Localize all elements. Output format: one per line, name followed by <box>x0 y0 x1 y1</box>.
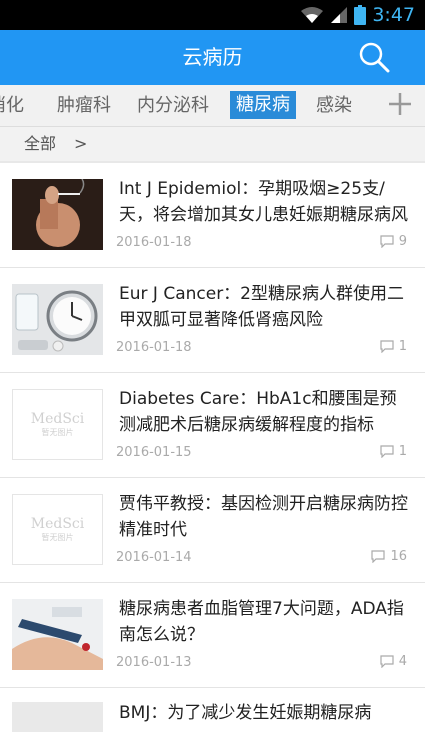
article-title: Eur J Cancer：2型糖尿病人群使用二甲双胍可显著降低肾癌风险 <box>119 284 404 330</box>
comment-count-value: 16 <box>390 549 407 564</box>
placeholder-logo: MedSci <box>30 411 85 427</box>
comment-icon <box>371 550 386 563</box>
list-item[interactable]: 糖尿病患者血脂管理7大问题，ADA指南怎么说？ 2016-01-13 4 <box>0 583 425 688</box>
comment-count-value: 9 <box>398 234 407 249</box>
comment-icon <box>380 445 394 458</box>
wifi-icon <box>301 7 324 23</box>
chevron-right-icon: > <box>74 134 88 153</box>
status-bar: 3:47 <box>0 0 425 30</box>
article-thumbnail <box>12 284 103 355</box>
tab-oncology[interactable]: 肿瘤科 <box>57 85 111 126</box>
comment-icon <box>380 340 394 353</box>
tab-digestive[interactable]: 消化 <box>0 85 24 126</box>
comment-count: 16 <box>371 549 407 564</box>
battery-icon <box>354 5 367 25</box>
category-tabs: 消化 肿瘤科 内分泌科 糖尿病 感染 <box>0 85 425 127</box>
article-date: 2016-01-18 <box>116 235 192 250</box>
comment-count: 9 <box>380 234 407 249</box>
breadcrumb-label: 全部 <box>24 134 57 153</box>
comment-count: 1 <box>380 444 407 459</box>
comment-count-value: 1 <box>398 444 407 459</box>
list-item[interactable]: MedSci 暂无图片 Diabetes Care：HbA1c和腰围是预测减肥术… <box>0 373 425 478</box>
comment-count: 1 <box>380 339 407 354</box>
article-title: 贾伟平教授：基因检测开启糖尿病防控精准时代 <box>119 494 408 540</box>
article-date: 2016-01-14 <box>116 550 192 565</box>
medsci-placeholder-image: MedSci 暂无图片 <box>12 389 103 460</box>
list-item[interactable]: BMJ：为了减少发生妊娠期糖尿病 <box>0 688 425 732</box>
article-title: Int J Epidemiol：孕期吸烟≥25支/天，将会增加其女儿患妊娠期糖尿… <box>119 179 408 225</box>
comment-count-value: 1 <box>398 339 407 354</box>
signal-icon <box>331 7 348 23</box>
tab-diabetes[interactable]: 糖尿病 <box>230 91 296 119</box>
app-bar: 云病历 <box>0 30 425 85</box>
search-icon[interactable] <box>357 40 391 74</box>
tab-endocrinology[interactable]: 内分泌科 <box>137 85 209 126</box>
status-time: 3:47 <box>372 4 415 26</box>
medsci-placeholder-image: MedSci 暂无图片 <box>12 494 103 565</box>
comment-icon <box>380 655 394 668</box>
article-title: Diabetes Care：HbA1c和腰围是预测减肥术后糖尿病缓解程度的指标 <box>119 389 397 435</box>
comment-count: 4 <box>380 654 407 669</box>
article-date: 2016-01-15 <box>116 445 192 460</box>
comment-icon <box>380 235 394 248</box>
placeholder-caption: 暂无图片 <box>41 428 74 437</box>
add-tab-icon[interactable] <box>387 91 413 117</box>
list-item[interactable]: Int J Epidemiol：孕期吸烟≥25支/天，将会增加其女儿患妊娠期糖尿… <box>0 163 425 268</box>
tab-infection[interactable]: 感染 <box>316 85 352 126</box>
article-title: 糖尿病患者血脂管理7大问题，ADA指南怎么说？ <box>119 599 404 645</box>
list-item[interactable]: Eur J Cancer：2型糖尿病人群使用二甲双胍可显著降低肾癌风险 2016… <box>0 268 425 373</box>
comment-count-value: 4 <box>398 654 407 669</box>
breadcrumb[interactable]: 全部 > <box>0 127 425 161</box>
placeholder-caption: 暂无图片 <box>41 533 74 542</box>
article-thumbnail <box>12 179 103 250</box>
article-date: 2016-01-13 <box>116 655 192 670</box>
article-title: BMJ：为了减少发生妊娠期糖尿病 <box>119 703 372 723</box>
list-item[interactable]: MedSci 暂无图片 贾伟平教授：基因检测开启糖尿病防控精准时代 2016-0… <box>0 478 425 583</box>
placeholder-logo: MedSci <box>30 516 85 532</box>
article-date: 2016-01-18 <box>116 340 192 355</box>
article-thumbnail <box>12 599 103 670</box>
